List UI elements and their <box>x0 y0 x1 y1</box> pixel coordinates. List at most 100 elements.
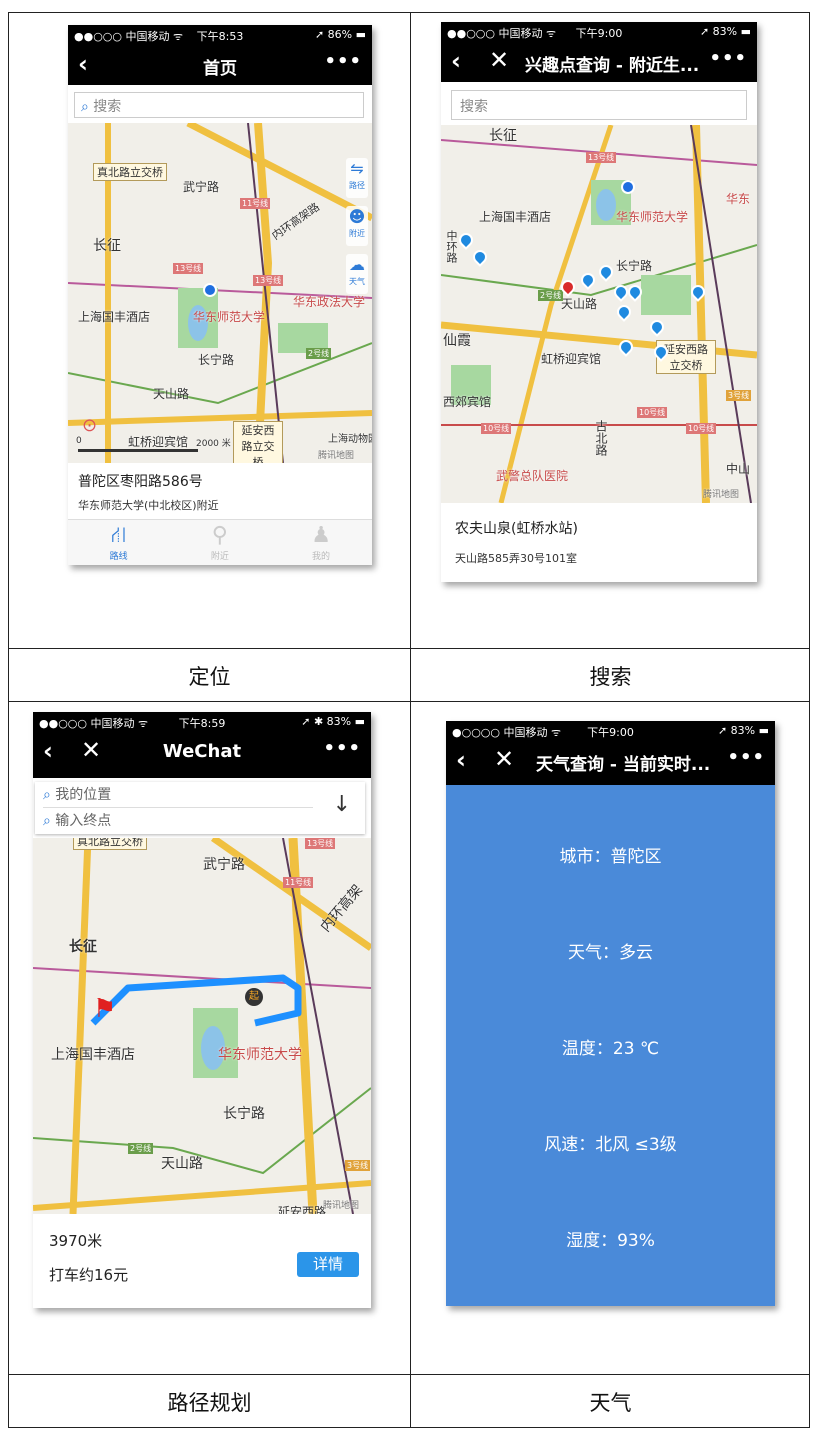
tab-me-label: 我的 <box>312 552 331 562</box>
map-view[interactable]: 长征 上海国丰酒店 华东师范大学 华东 长宁路 天山路 仙霞 虹桥迎宾馆 延安西… <box>441 125 757 503</box>
map-label: 武警总队医院 <box>496 469 569 483</box>
weather-icon: ☁ <box>349 255 365 274</box>
close-icon[interactable]: ✕ <box>494 745 514 773</box>
map-view[interactable]: 真北路立交桥 武宁路 长征 上海国丰酒店 华东师范大学 长宁路 天山路 内环高架… <box>33 838 371 1214</box>
poi-info[interactable]: 农夫山泉(虹桥水站) 天山路585弄30号101室 <box>441 506 757 582</box>
phone-locate: ●●○○○ 中国移动 ᯤ 下午8:53 ➚ 86% ▬ ‹ 首页 ••• ⌕ 搜… <box>68 25 372 565</box>
map-label: 天山路 <box>161 1156 203 1172</box>
search-icon: ⌕ <box>43 787 51 803</box>
search-input[interactable]: 搜索 <box>451 90 747 120</box>
phone-route: ●●○○○ 中国移动 ᯤ 下午8:59 ➚ ✱ 83% ▬ ‹ ✕ WeChat… <box>33 712 371 1308</box>
more-menu-icon[interactable]: ••• <box>324 51 362 72</box>
map-label: 华东师范大学 <box>193 310 266 324</box>
map-label: 武宁路 <box>183 180 220 194</box>
more-menu-icon[interactable]: ••• <box>727 747 765 768</box>
search-input[interactable]: ⌕ 搜索 <box>74 92 364 118</box>
map-view[interactable]: 真北路立交桥 武宁路 长征 上海国丰酒店 华东师范大学 华东政法大学 长宁路 天… <box>68 123 372 463</box>
map-label: 西郊宾馆 <box>443 395 492 409</box>
page-title: 兴趣点查询 - 附近生... <box>525 56 700 76</box>
poi-name: 农夫山泉(虹桥水站) <box>455 521 578 537</box>
arrow-down-icon[interactable]: ↓ <box>333 792 351 817</box>
current-location-icon <box>203 283 217 297</box>
back-icon[interactable]: ‹ <box>456 746 466 774</box>
metro-line-tag: 3号线 <box>726 390 752 401</box>
map-label: 华东 <box>726 192 751 206</box>
tab-me[interactable]: ♟ 我的 <box>270 523 371 562</box>
metro-line-tag: 10号线 <box>481 423 512 434</box>
metro-line-tag: 3号线 <box>345 1160 371 1171</box>
metro-line-tag: 13号线 <box>586 152 617 163</box>
route-icon: ⇋ <box>350 159 364 178</box>
end-placeholder: 输入终点 <box>55 813 112 829</box>
nav-bar: ‹ ✕ 天气查询 - 当前实时... ••• <box>446 741 775 785</box>
map-label: 长宁路 <box>616 259 653 273</box>
route-input-panel: ⌕ 我的位置 ⌕ 输入终点 ↓ <box>35 782 365 834</box>
route-summary: 3970米 打车约16元 详情 <box>33 1216 371 1308</box>
metro-line-tag: 13号线 <box>305 838 336 849</box>
map-scale-bar <box>78 449 198 452</box>
more-menu-icon[interactable]: ••• <box>709 48 747 69</box>
close-icon[interactable]: ✕ <box>489 46 509 74</box>
start-input[interactable]: ⌕ 我的位置 <box>43 784 313 808</box>
nav-bar: ‹ 首页 ••• <box>68 45 372 85</box>
route-tool[interactable]: ⇋ 路径 <box>346 158 368 198</box>
metro-line-tag: 2号线 <box>538 290 564 301</box>
tab-nearby-label: 附近 <box>210 552 229 562</box>
map-label: 延安西路 <box>278 1205 327 1214</box>
tab-route-label: 路线 <box>109 552 128 562</box>
address-sub-label: 华东师范大学(中北校区)附近 <box>78 499 219 512</box>
map-label: 长征 <box>93 238 121 254</box>
status-bar: ●●○○○ 中国移动 ᯤ 下午8:53 ➚ 86% ▬ <box>68 25 372 45</box>
status-bar: ●●○○○ 中国移动 ᯤ 下午9:00 ➚ 83% ▬ <box>441 22 757 42</box>
weather-tool[interactable]: ☁ 天气 <box>346 254 368 294</box>
map-label: 天山路 <box>153 387 190 401</box>
table-divider <box>9 701 809 702</box>
nav-bar: ‹ ✕ WeChat ••• <box>33 732 371 778</box>
search-icon: ⌕ <box>81 99 89 115</box>
metro-line-tag: 13号线 <box>173 263 204 274</box>
map-label: 长征 <box>489 128 517 144</box>
status-bar: ●○○○○ 中国移动 ᯤ 下午9:00 ➚ 83% ▬ <box>446 721 775 741</box>
metro-line-tag: 10号线 <box>686 423 717 434</box>
document-page: 定位 搜索 路径规划 天气 ●●○○○ 中国移动 ᯤ 下午8:53 ➚ 86% … <box>0 0 823 1442</box>
start-marker-icon: 起 <box>245 988 263 1006</box>
start-placeholder: 我的位置 <box>55 787 112 803</box>
battery-label: ➚ 86% ▬ <box>314 28 366 41</box>
map-label: 延安西路立交桥 <box>233 421 283 463</box>
route-tool-label: 路径 <box>349 181 365 190</box>
nav-bar: ‹ ✕ 兴趣点查询 - 附近生... ••• <box>441 42 757 82</box>
map-label: 上海国丰酒店 <box>479 210 552 224</box>
destination-flag-icon: ⚑ <box>93 994 117 1024</box>
map-label: 长征 <box>69 939 97 955</box>
address-label: 普陀区枣阳路586号 <box>78 474 203 490</box>
metro-line-tag: 11号线 <box>240 198 271 209</box>
metro-line-tag: 10号线 <box>637 407 668 418</box>
nearby-tool[interactable]: ☻ 附近 <box>346 206 368 246</box>
weather-panel: 城市：普陀区 天气：多云 温度：23 ℃ 风速：北风 ≤3级 湿度：93% <box>446 785 775 1306</box>
weather-humidity: 湿度：93% <box>566 1231 655 1251</box>
table-divider <box>9 1374 809 1375</box>
more-menu-icon[interactable]: ••• <box>323 738 361 759</box>
map-label: 上海国丰酒店 <box>78 310 151 324</box>
tab-bar: ⛙ 路线 ⚲ 附近 ♟ 我的 <box>68 519 372 565</box>
map-side-tools: ⇋ 路径 ☻ 附近 ☁ 天气 <box>346 158 368 302</box>
tab-nearby[interactable]: ⚲ 附近 <box>169 523 270 562</box>
caption-weather: 天气 <box>589 1391 632 1415</box>
caption-search: 搜索 <box>589 665 632 689</box>
locate-me-icon[interactable]: ⊙ <box>82 415 97 436</box>
metro-line-tag: 11号线 <box>283 877 314 888</box>
map-label: 武宁路 <box>203 857 245 873</box>
map-credit: 腾讯地图 <box>703 490 740 500</box>
tab-route[interactable]: ⛙ 路线 <box>68 523 169 562</box>
end-input[interactable]: ⌕ 输入终点 <box>43 810 313 832</box>
location-info: 普陀区枣阳路586号 华东师范大学(中北校区)附近 <box>68 465 372 519</box>
back-icon[interactable]: ‹ <box>451 47 461 75</box>
metro-line-tag: 2号线 <box>128 1143 154 1154</box>
map-label: 虹桥迎宾馆 <box>541 352 602 366</box>
detail-button[interactable]: 详情 <box>297 1252 359 1277</box>
map-label: 长宁路 <box>223 1106 265 1122</box>
phone-search: ●●○○○ 中国移动 ᯤ 下午9:00 ➚ 83% ▬ ‹ ✕ 兴趣点查询 - … <box>441 22 757 582</box>
person-icon: ☻ <box>348 207 366 226</box>
page-title: WeChat <box>162 741 242 762</box>
search-placeholder: 搜索 <box>93 99 122 115</box>
